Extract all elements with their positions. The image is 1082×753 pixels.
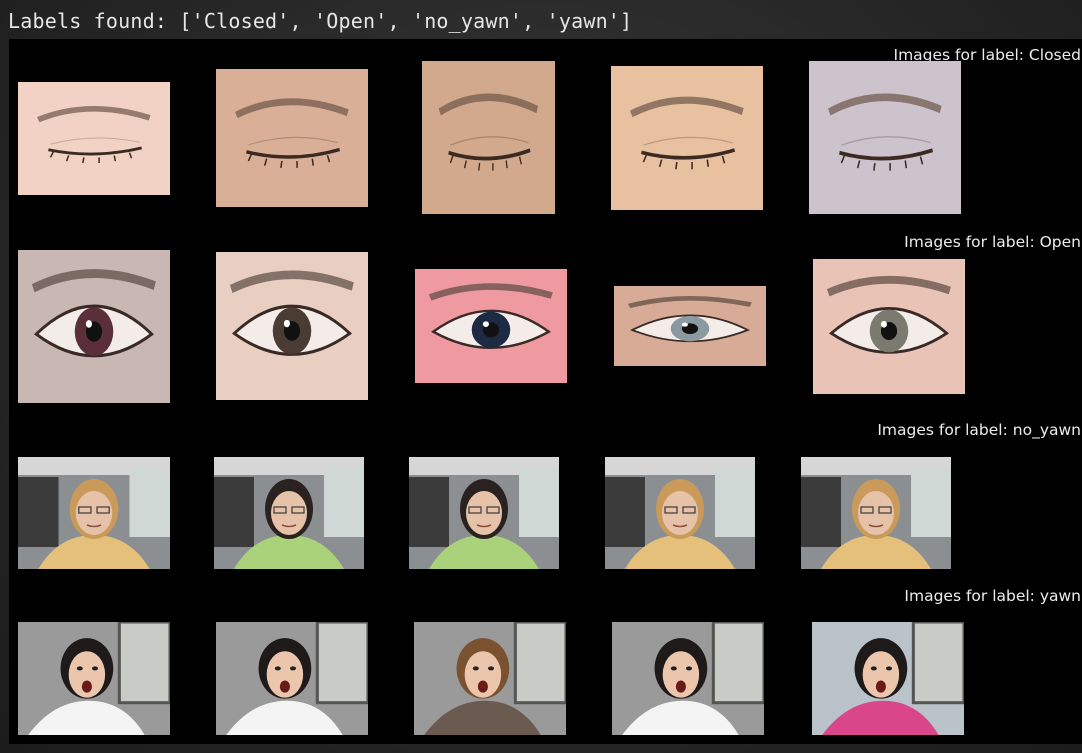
thumb-closed-eye: [809, 61, 961, 214]
thumb-no-yawn-driver: [18, 457, 170, 569]
thumb-yawn-driver: [216, 622, 368, 735]
thumb-open-eye: [216, 252, 368, 400]
thumb-yawn-driver: [18, 622, 170, 735]
thumb-closed-eye: [18, 82, 170, 195]
thumb-yawn-driver: [812, 622, 964, 735]
thumb-no-yawn-driver: [605, 457, 755, 569]
image-grid-figure: Images for label: Closed Images for labe…: [9, 39, 1082, 744]
thumb-yawn-driver: [414, 622, 566, 735]
thumb-no-yawn-driver: [214, 457, 364, 569]
console-output: Labels found: ['Closed', 'Open', 'no_yaw…: [8, 9, 633, 33]
row-title-open: Images for label: Open: [904, 233, 1081, 251]
row-title-yawn: Images for label: yawn: [904, 587, 1081, 605]
thumb-yawn-driver: [612, 622, 764, 735]
thumb-no-yawn-driver: [409, 457, 559, 569]
thumb-open-eye: [18, 250, 170, 403]
thumb-open-eye: [614, 286, 766, 366]
thumb-closed-eye: [216, 69, 368, 207]
thumb-open-eye: [813, 259, 965, 394]
thumb-open-eye: [415, 269, 567, 383]
row-title-no-yawn: Images for label: no_yawn: [877, 421, 1081, 439]
thumb-no-yawn-driver: [801, 457, 951, 569]
thumb-closed-eye: [422, 61, 555, 214]
thumb-closed-eye: [611, 66, 763, 210]
